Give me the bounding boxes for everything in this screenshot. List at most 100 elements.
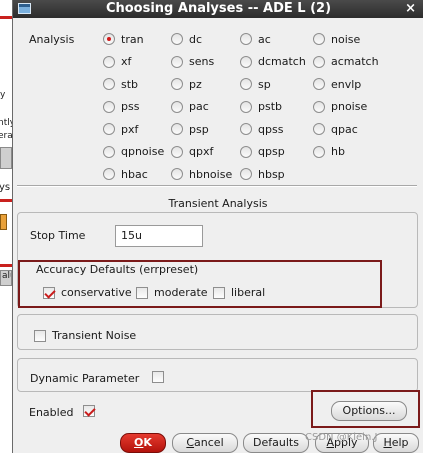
radio-pnoise[interactable]: pnoise bbox=[313, 99, 367, 115]
radio-label: qpac bbox=[331, 122, 358, 136]
title-bar: Choosing Analyses -- ADE L (2) × bbox=[13, 0, 423, 18]
radio-label: pac bbox=[189, 100, 209, 113]
dynamic-parameter-checkbox[interactable] bbox=[152, 371, 170, 383]
options-button[interactable]: Options... bbox=[331, 401, 407, 421]
radio-dot bbox=[240, 168, 252, 180]
radio-label: acmatch bbox=[331, 55, 379, 68]
checkbox-box bbox=[152, 371, 164, 383]
radio-qpss[interactable]: qpss bbox=[240, 121, 283, 137]
radio-dot bbox=[103, 145, 115, 158]
stop-time-label: Stop Time bbox=[30, 229, 86, 242]
radio-dot bbox=[240, 145, 252, 158]
background-fragment: ntly bbox=[0, 118, 12, 128]
background-fragment: ys bbox=[0, 182, 11, 193]
enabled-label: Enabled bbox=[29, 406, 74, 419]
radio-dot bbox=[313, 78, 325, 90]
defaults-button[interactable]: Defaults bbox=[243, 433, 309, 453]
radio-acmatch[interactable]: acmatch bbox=[313, 54, 379, 70]
cancel-mnemonic: C bbox=[186, 436, 195, 449]
radio-pz[interactable]: pz bbox=[171, 76, 202, 92]
stop-time-input[interactable]: 15u bbox=[115, 225, 203, 247]
radio-sp[interactable]: sp bbox=[240, 76, 271, 92]
cancel-label-post: ancel bbox=[194, 436, 224, 449]
radio-qpnoise[interactable]: qpnoise bbox=[103, 144, 164, 160]
radio-dc[interactable]: dc bbox=[171, 31, 202, 47]
help-label-post: elp bbox=[391, 436, 409, 449]
enabled-checkbox[interactable] bbox=[83, 405, 101, 417]
watermark: CSDN @Klein.J bbox=[305, 432, 378, 443]
radio-hbsp[interactable]: hbsp bbox=[240, 166, 285, 182]
background-fragment: y bbox=[0, 90, 6, 100]
help-mnemonic: H bbox=[383, 436, 392, 449]
radio-pstb[interactable]: pstb bbox=[240, 99, 282, 115]
background-fragment: alu bbox=[0, 270, 12, 286]
radio-label: pz bbox=[189, 77, 202, 91]
radio-hbac[interactable]: hbac bbox=[103, 166, 148, 182]
dynamic-parameter-label: Dynamic Parameter bbox=[30, 372, 140, 385]
radio-hbnoise[interactable]: hbnoise bbox=[171, 166, 232, 182]
radio-ac[interactable]: ac bbox=[240, 31, 271, 47]
radio-dot bbox=[103, 55, 115, 68]
radio-noise[interactable]: noise bbox=[313, 31, 360, 47]
radio-label: qpxf bbox=[189, 145, 214, 158]
radio-dot bbox=[171, 55, 183, 68]
radio-qpac[interactable]: qpac bbox=[313, 121, 358, 137]
checkbox-label: liberal bbox=[231, 286, 266, 299]
radio-envlp[interactable]: envlp bbox=[313, 76, 361, 92]
radio-label: sp bbox=[258, 77, 271, 91]
background-red-line bbox=[0, 199, 12, 202]
radio-label: hb bbox=[331, 145, 345, 158]
radio-label: tran bbox=[121, 32, 144, 46]
radio-stb[interactable]: stb bbox=[103, 76, 138, 92]
radio-pac[interactable]: pac bbox=[171, 99, 209, 115]
radio-dot bbox=[171, 78, 183, 90]
radio-label: xf bbox=[121, 55, 132, 68]
radio-tran[interactable]: tran bbox=[103, 31, 144, 47]
radio-label: qpnoise bbox=[121, 145, 165, 158]
radio-sens[interactable]: sens bbox=[171, 54, 214, 70]
radio-pxf[interactable]: pxf bbox=[103, 121, 138, 137]
radio-hb[interactable]: hb bbox=[313, 144, 345, 160]
dynamic-parameter-group: Dynamic Parameter bbox=[17, 358, 418, 392]
radio-label: envlp bbox=[331, 77, 362, 91]
radio-dot bbox=[171, 168, 183, 180]
radio-pss[interactable]: pss bbox=[103, 99, 139, 115]
checkbox-label: moderate bbox=[154, 286, 208, 299]
conservative-checkbox[interactable]: conservative bbox=[43, 286, 132, 299]
radio-dot bbox=[313, 123, 325, 135]
radio-psp[interactable]: psp bbox=[171, 121, 209, 137]
radio-label: pxf bbox=[121, 122, 139, 136]
window-title: Choosing Analyses -- ADE L (2) bbox=[105, 1, 332, 16]
checkbox-label: Transient Noise bbox=[52, 329, 137, 342]
liberal-checkbox[interactable]: liberal bbox=[213, 286, 265, 299]
background-orange-button bbox=[0, 214, 7, 230]
radio-dot bbox=[171, 145, 183, 158]
radio-dot bbox=[103, 33, 115, 45]
checkbox-box bbox=[43, 286, 55, 299]
help-button[interactable]: Help bbox=[373, 433, 419, 453]
radio-dot bbox=[313, 100, 325, 113]
background-red-line bbox=[0, 16, 12, 19]
accuracy-label: Accuracy Defaults (errpreset) bbox=[36, 263, 199, 276]
cancel-button[interactable]: Cancel bbox=[172, 433, 238, 453]
radio-xf[interactable]: xf bbox=[103, 54, 131, 70]
background-red-line bbox=[0, 264, 12, 267]
radio-label: qpsp bbox=[258, 145, 285, 158]
radio-qpsp[interactable]: qpsp bbox=[240, 144, 285, 160]
radio-label: hbsp bbox=[258, 167, 285, 181]
radio-qpxf[interactable]: qpxf bbox=[171, 144, 213, 160]
radio-dcmatch[interactable]: dcmatch bbox=[240, 54, 306, 70]
radio-dot bbox=[103, 123, 115, 135]
transient-noise-checkbox[interactable]: Transient Noise bbox=[34, 329, 136, 342]
moderate-checkbox[interactable]: moderate bbox=[136, 286, 208, 299]
radio-dot bbox=[103, 100, 115, 113]
ok-button[interactable]: OK bbox=[120, 433, 166, 453]
radio-dot bbox=[240, 55, 252, 68]
choosing-analyses-dialog: Choosing Analyses -- ADE L (2) × Analysi… bbox=[12, 0, 423, 453]
section-title: Transient Analysis bbox=[168, 197, 268, 210]
radio-dot bbox=[103, 168, 115, 180]
radio-label: dc bbox=[189, 32, 203, 46]
background-panel bbox=[0, 147, 12, 169]
radio-dot bbox=[240, 33, 252, 45]
close-icon[interactable]: × bbox=[405, 0, 416, 18]
